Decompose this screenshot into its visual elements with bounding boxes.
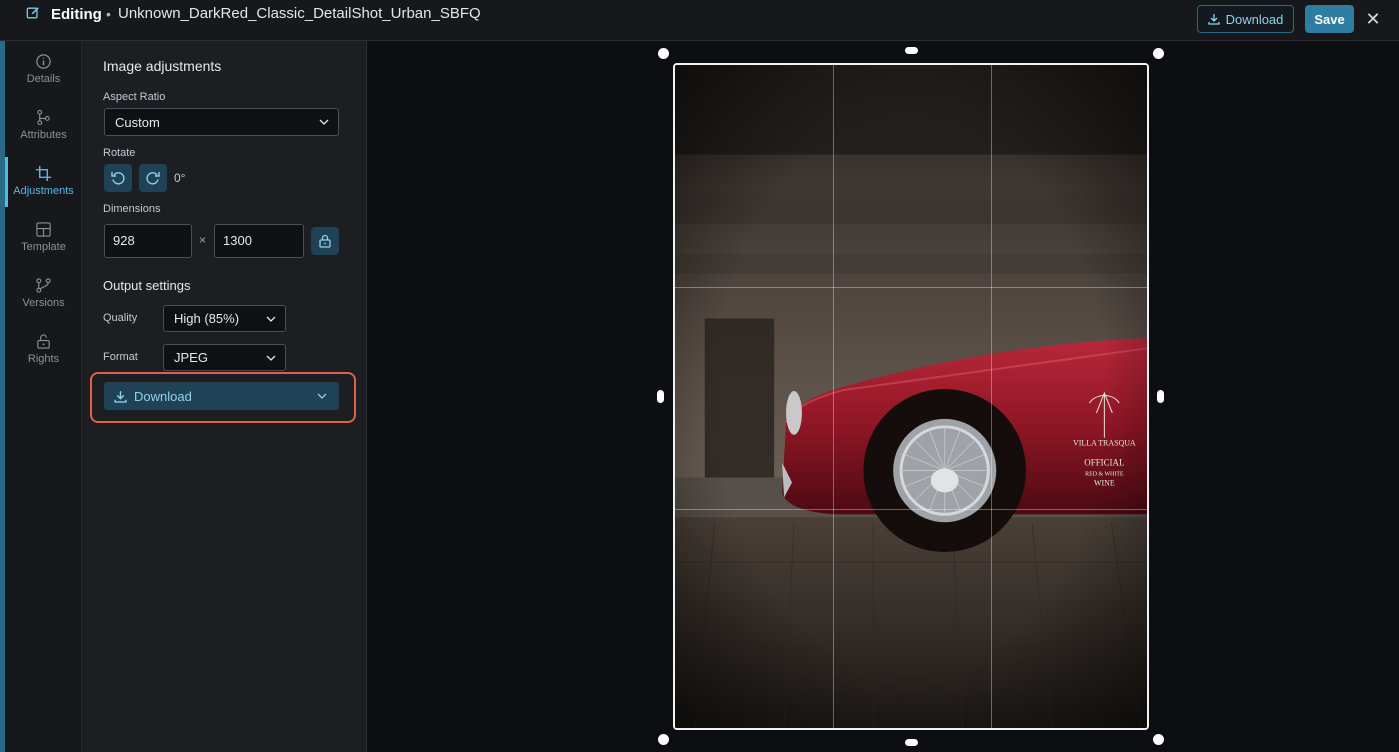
sign-wine: WINE [1094, 478, 1115, 487]
mode-title: Editing [51, 6, 102, 23]
download-icon [114, 390, 127, 403]
crop-icon [35, 165, 52, 182]
quality-value: High (85%) [174, 311, 240, 326]
rotate-left-button[interactable] [104, 164, 132, 192]
rail-label: Attributes [20, 129, 67, 141]
rotation-value: 0° [174, 171, 186, 185]
image-preview[interactable]: VILLA TRASQUA OFFICIAL RED & WHITE WINE [673, 63, 1149, 730]
aspect-ratio-value: Custom [115, 114, 160, 130]
rail-label: Versions [22, 297, 65, 309]
rotate-right-icon [146, 172, 160, 185]
download-button[interactable]: Download [104, 382, 339, 410]
sign-official: OFFICIAL [1084, 458, 1124, 468]
crop-handle-bottom-left[interactable] [658, 734, 669, 745]
edit-icon [26, 7, 39, 19]
file-name: Unknown_DarkRed_Classic_DetailShot_Urban… [118, 5, 481, 22]
image-adjustments-panel: Image adjustments Aspect Ratio Custom Ro… [82, 41, 367, 752]
chevron-down-icon[interactable] [317, 393, 327, 399]
attributes-icon [37, 109, 50, 126]
crop-grid-line [675, 287, 1147, 288]
sign-red-white: RED & WHITE [1085, 472, 1124, 478]
rail-label: Details [26, 73, 61, 85]
aspect-ratio-select[interactable]: Custom [104, 108, 339, 136]
car-photo: VILLA TRASQUA OFFICIAL RED & WHITE WINE [675, 65, 1147, 728]
download-label: Download [134, 388, 192, 404]
template-icon [36, 222, 51, 237]
header-download-button[interactable]: Download [1197, 5, 1294, 33]
rail-label: Rights [27, 353, 60, 365]
sign-brand: VILLA TRASQUA [1073, 439, 1136, 448]
height-input[interactable]: 1300 [214, 224, 304, 258]
format-value: JPEG [174, 350, 208, 365]
format-select[interactable]: JPEG [163, 344, 286, 371]
dimensions-label: Dimensions [103, 203, 161, 215]
side-rail: Details Attributes Adjustments Template [5, 41, 82, 752]
crop-grid-line [833, 65, 834, 728]
crop-handle-bottom[interactable] [905, 739, 918, 746]
lock-icon [37, 334, 50, 349]
format-label: Format [103, 351, 138, 363]
quality-select[interactable]: High (85%) [163, 305, 286, 332]
rail-label: Adjustments [13, 185, 74, 197]
panel-title: Image adjustments [103, 58, 222, 74]
info-icon [36, 54, 51, 69]
rail-item-versions[interactable]: Versions [5, 271, 82, 323]
rail-item-rights[interactable]: Rights [5, 327, 82, 379]
image-canvas: VILLA TRASQUA OFFICIAL RED & WHITE WINE [368, 41, 1399, 752]
chevron-down-icon [266, 316, 276, 322]
aspect-lock-button[interactable] [311, 227, 339, 255]
editor-window: Editing • Unknown_DarkRed_Classic_Detail… [0, 0, 1399, 752]
dimensions-separator: × [199, 233, 207, 247]
crop-handle-bottom-right[interactable] [1153, 734, 1164, 745]
quality-label: Quality [103, 312, 138, 324]
close-icon[interactable]: ✕ [1364, 8, 1382, 30]
crop-grid-line [991, 65, 992, 728]
output-settings-title: Output settings [103, 278, 191, 293]
rail-item-template[interactable]: Template [5, 215, 82, 267]
rail-label: Template [21, 241, 66, 253]
crop-handle-right[interactable] [1157, 390, 1164, 403]
download-icon [1207, 14, 1220, 25]
rotate-right-button[interactable] [139, 164, 167, 192]
rotate-left-icon [111, 172, 125, 185]
rail-item-attributes[interactable]: Attributes [5, 103, 82, 155]
crop-handle-top[interactable] [905, 47, 918, 54]
crop-handle-top-left[interactable] [658, 48, 669, 59]
chevron-down-icon [319, 119, 329, 125]
rotate-label: Rotate [103, 147, 136, 159]
chevron-down-icon [266, 355, 276, 361]
rail-item-adjustments[interactable]: Adjustments [5, 157, 82, 211]
aspect-ratio-label: Aspect Ratio [103, 91, 166, 103]
lock-icon [319, 234, 331, 248]
crop-grid-line [675, 509, 1147, 510]
header-download-label: Download [1225, 11, 1284, 27]
rail-item-details[interactable]: Details [5, 47, 82, 99]
width-input[interactable]: 928 [104, 224, 192, 258]
crop-handle-left[interactable] [657, 390, 664, 403]
title-separator: • [106, 6, 111, 22]
crop-handle-top-right[interactable] [1153, 48, 1164, 59]
top-bar: Editing • Unknown_DarkRed_Classic_Detail… [0, 0, 1399, 41]
save-button[interactable]: Save [1305, 5, 1354, 33]
versions-icon [36, 278, 51, 293]
